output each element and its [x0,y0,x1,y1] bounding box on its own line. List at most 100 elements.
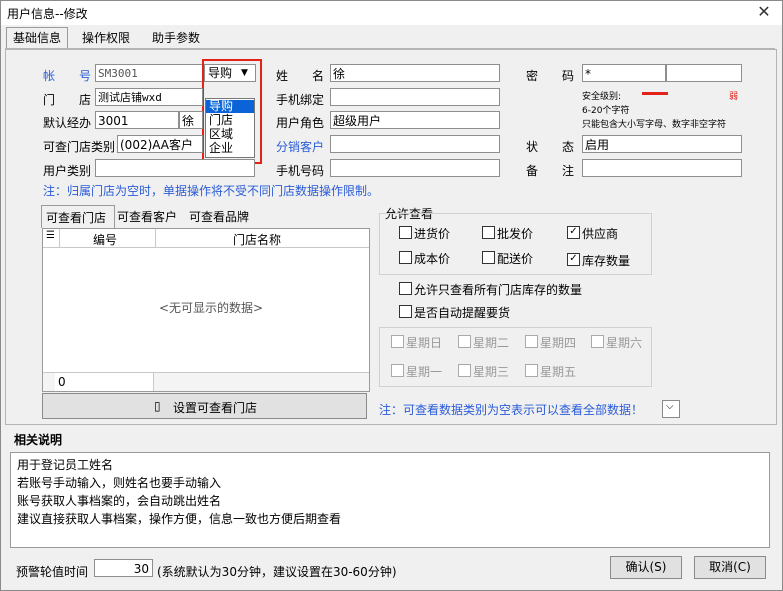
warn-interval-label: 预警轮值时间 [16,565,89,579]
checkbox-view-all-store-stock[interactable] [399,282,412,295]
phone-bind-label: 手机绑定 [276,93,325,107]
subtab-viewable-stores[interactable]: 可查看门店 [41,205,115,228]
tab-assistant-params[interactable]: 助手参数 [146,28,206,48]
grid-footer-count: 0 [58,375,66,389]
checkbox-saturday[interactable] [591,335,604,348]
tab-permissions[interactable]: 操作权限 [76,28,136,48]
description-line: 建议直接获取人事档案，操作方便，信息一致也方便后期查看 [17,512,342,526]
account-field[interactable]: SM3001 [95,64,203,82]
subtab-viewable-brands[interactable]: 可查看品牌 [189,208,249,225]
warn-interval-field[interactable]: 30 [94,559,153,577]
user-role-label: 用户角色 [276,116,325,130]
checkbox-delivery-price[interactable] [482,251,495,264]
checkbox-thursday[interactable] [525,335,538,348]
checkbox-sunday[interactable] [391,335,404,348]
name-field[interactable]: 徐 [330,64,500,82]
remark-field[interactable] [582,159,742,177]
description-line: 若账号手动输入，则姓名也要手动输入 [17,476,222,490]
tab-basic-info[interactable]: 基础信息 [6,27,69,50]
store-label: 门 店 [43,93,92,107]
default-handler-code-field[interactable]: 3001 [95,111,179,129]
warn-interval-hint: (系统默认为30分钟，建议设置在30-60分钟) [157,565,397,579]
checkbox-friday[interactable] [525,364,538,377]
menu-item-region[interactable]: 区域 [206,128,233,141]
grid-col-sep [59,229,60,247]
checkbox-stock-qty[interactable]: ✓ [567,253,580,266]
distribution-customer-field[interactable] [330,135,500,153]
viewable-store-type-label: 可查门店类别 [43,140,116,154]
checkbox-saturday-label: 星期六 [606,336,643,350]
viewable-store-type-field[interactable]: (002)AA客户 [117,135,203,153]
checkbox-cost-price-label: 成本价 [414,252,451,266]
phone-bind-field[interactable] [330,88,500,106]
checkbox-wholesale-price[interactable] [482,226,495,239]
password-rule-length: 6-20个字符 [582,106,630,116]
grid-footer: 0 [43,372,369,391]
window-title: 用户信息--修改 [7,7,88,21]
name-label: 姓 名 [276,69,325,83]
security-level-value: 弱 [729,92,739,102]
column-code[interactable]: 编号 [93,231,117,248]
subtab-viewable-customers[interactable]: 可查看客户 [117,208,177,225]
checkbox-thursday-label: 星期四 [540,336,577,350]
title-bar: 用户信息--修改 ✕ [1,1,782,25]
checkbox-wednesday[interactable] [458,364,471,377]
chevron-down-icon: ⌵ [666,401,674,412]
grid-col-sep [155,229,156,247]
checkbox-sunday-label: 星期日 [406,336,443,350]
menu-item-store[interactable]: 门店 [206,114,233,127]
checkbox-monday[interactable] [391,364,404,377]
description-title: 相关说明 [14,433,63,447]
password-confirm-field[interactable] [666,64,742,82]
document-icon: ▯ [154,399,161,413]
cancel-button[interactable]: 取消(C) [694,556,766,579]
security-level-bar [642,92,668,95]
user-role-field[interactable]: 超级用户 [330,111,500,129]
column-chooser-icon[interactable]: ☰ [46,230,55,241]
phone-field[interactable] [330,159,500,177]
close-icon[interactable]: ✕ [752,2,776,22]
security-level-label: 安全级别: [582,92,622,102]
grid-header: ☰ 编号 门店名称 [43,229,369,248]
checkbox-wednesday-label: 星期三 [473,365,510,379]
confirm-button[interactable]: 确认(S) [610,556,682,579]
checkbox-delivery-price-label: 配送价 [497,252,534,266]
checkbox-friday-label: 星期五 [540,365,577,379]
checkbox-tuesday[interactable] [458,335,471,348]
remark-label: 备 注 [526,164,575,178]
checkbox-view-all-store-stock-label: 允许只查看所有门店库存的数量 [414,283,583,297]
description-box: 用于登记员工姓名 若账号手动输入，则姓名也要手动输入 账号获取人事档案的，会自动… [10,452,770,548]
distribution-customer-label[interactable]: 分销客户 [276,138,324,155]
password-field[interactable]: * [582,64,666,82]
user-category-field[interactable] [95,159,255,177]
store-field[interactable]: 测试店铺wxd [95,88,203,106]
checkbox-purchase-price[interactable] [399,226,412,239]
store-grid: ☰ 编号 门店名称 <无可显示的数据> 0 [42,228,370,392]
checkbox-stock-qty-label: 库存数量 [582,254,631,268]
subtab-viewable-stores-label: 可查看门店 [46,211,107,225]
checkbox-supplier-label: 供应商 [582,227,619,241]
checkbox-auto-remind-label: 是否自动提醒要货 [414,306,511,320]
view-note: 注：可查看数据类别为空表示可以查看全部数据！ [379,403,644,417]
checkbox-tuesday-label: 星期二 [473,336,510,350]
column-store-name[interactable]: 门店名称 [233,231,281,248]
checkbox-auto-remind[interactable] [399,305,412,318]
checkbox-wholesale-price-label: 批发价 [497,227,534,241]
menu-item-guide[interactable]: 导购 [206,100,254,113]
phone-label: 手机号码 [276,164,325,178]
set-viewable-store-label: 设置可查看门店 [173,401,258,415]
description-line: 账号获取人事档案的，会自动跳出姓名 [17,494,222,508]
default-handler-name-field[interactable]: 徐 [179,111,203,129]
store-note: 注：归属门店为空时，单据操作将不受不同门店数据操作限制。 [43,184,380,198]
checkbox-cost-price[interactable] [399,251,412,264]
account-label: 帐 号 [43,69,92,83]
status-field[interactable]: 启用 [582,135,742,153]
default-handler-label: 默认经办 [43,116,92,130]
set-viewable-store-button[interactable]: ▯ 设置可查看门店 [42,393,367,419]
menu-item-enterprise[interactable]: 企业 [206,142,233,155]
expand-dropdown-button[interactable]: ⌵ [662,400,680,418]
password-label: 密 码 [526,69,575,83]
status-label: 状 态 [526,140,575,154]
description-line: 用于登记员工姓名 [17,458,114,472]
checkbox-supplier[interactable]: ✓ [567,226,580,239]
